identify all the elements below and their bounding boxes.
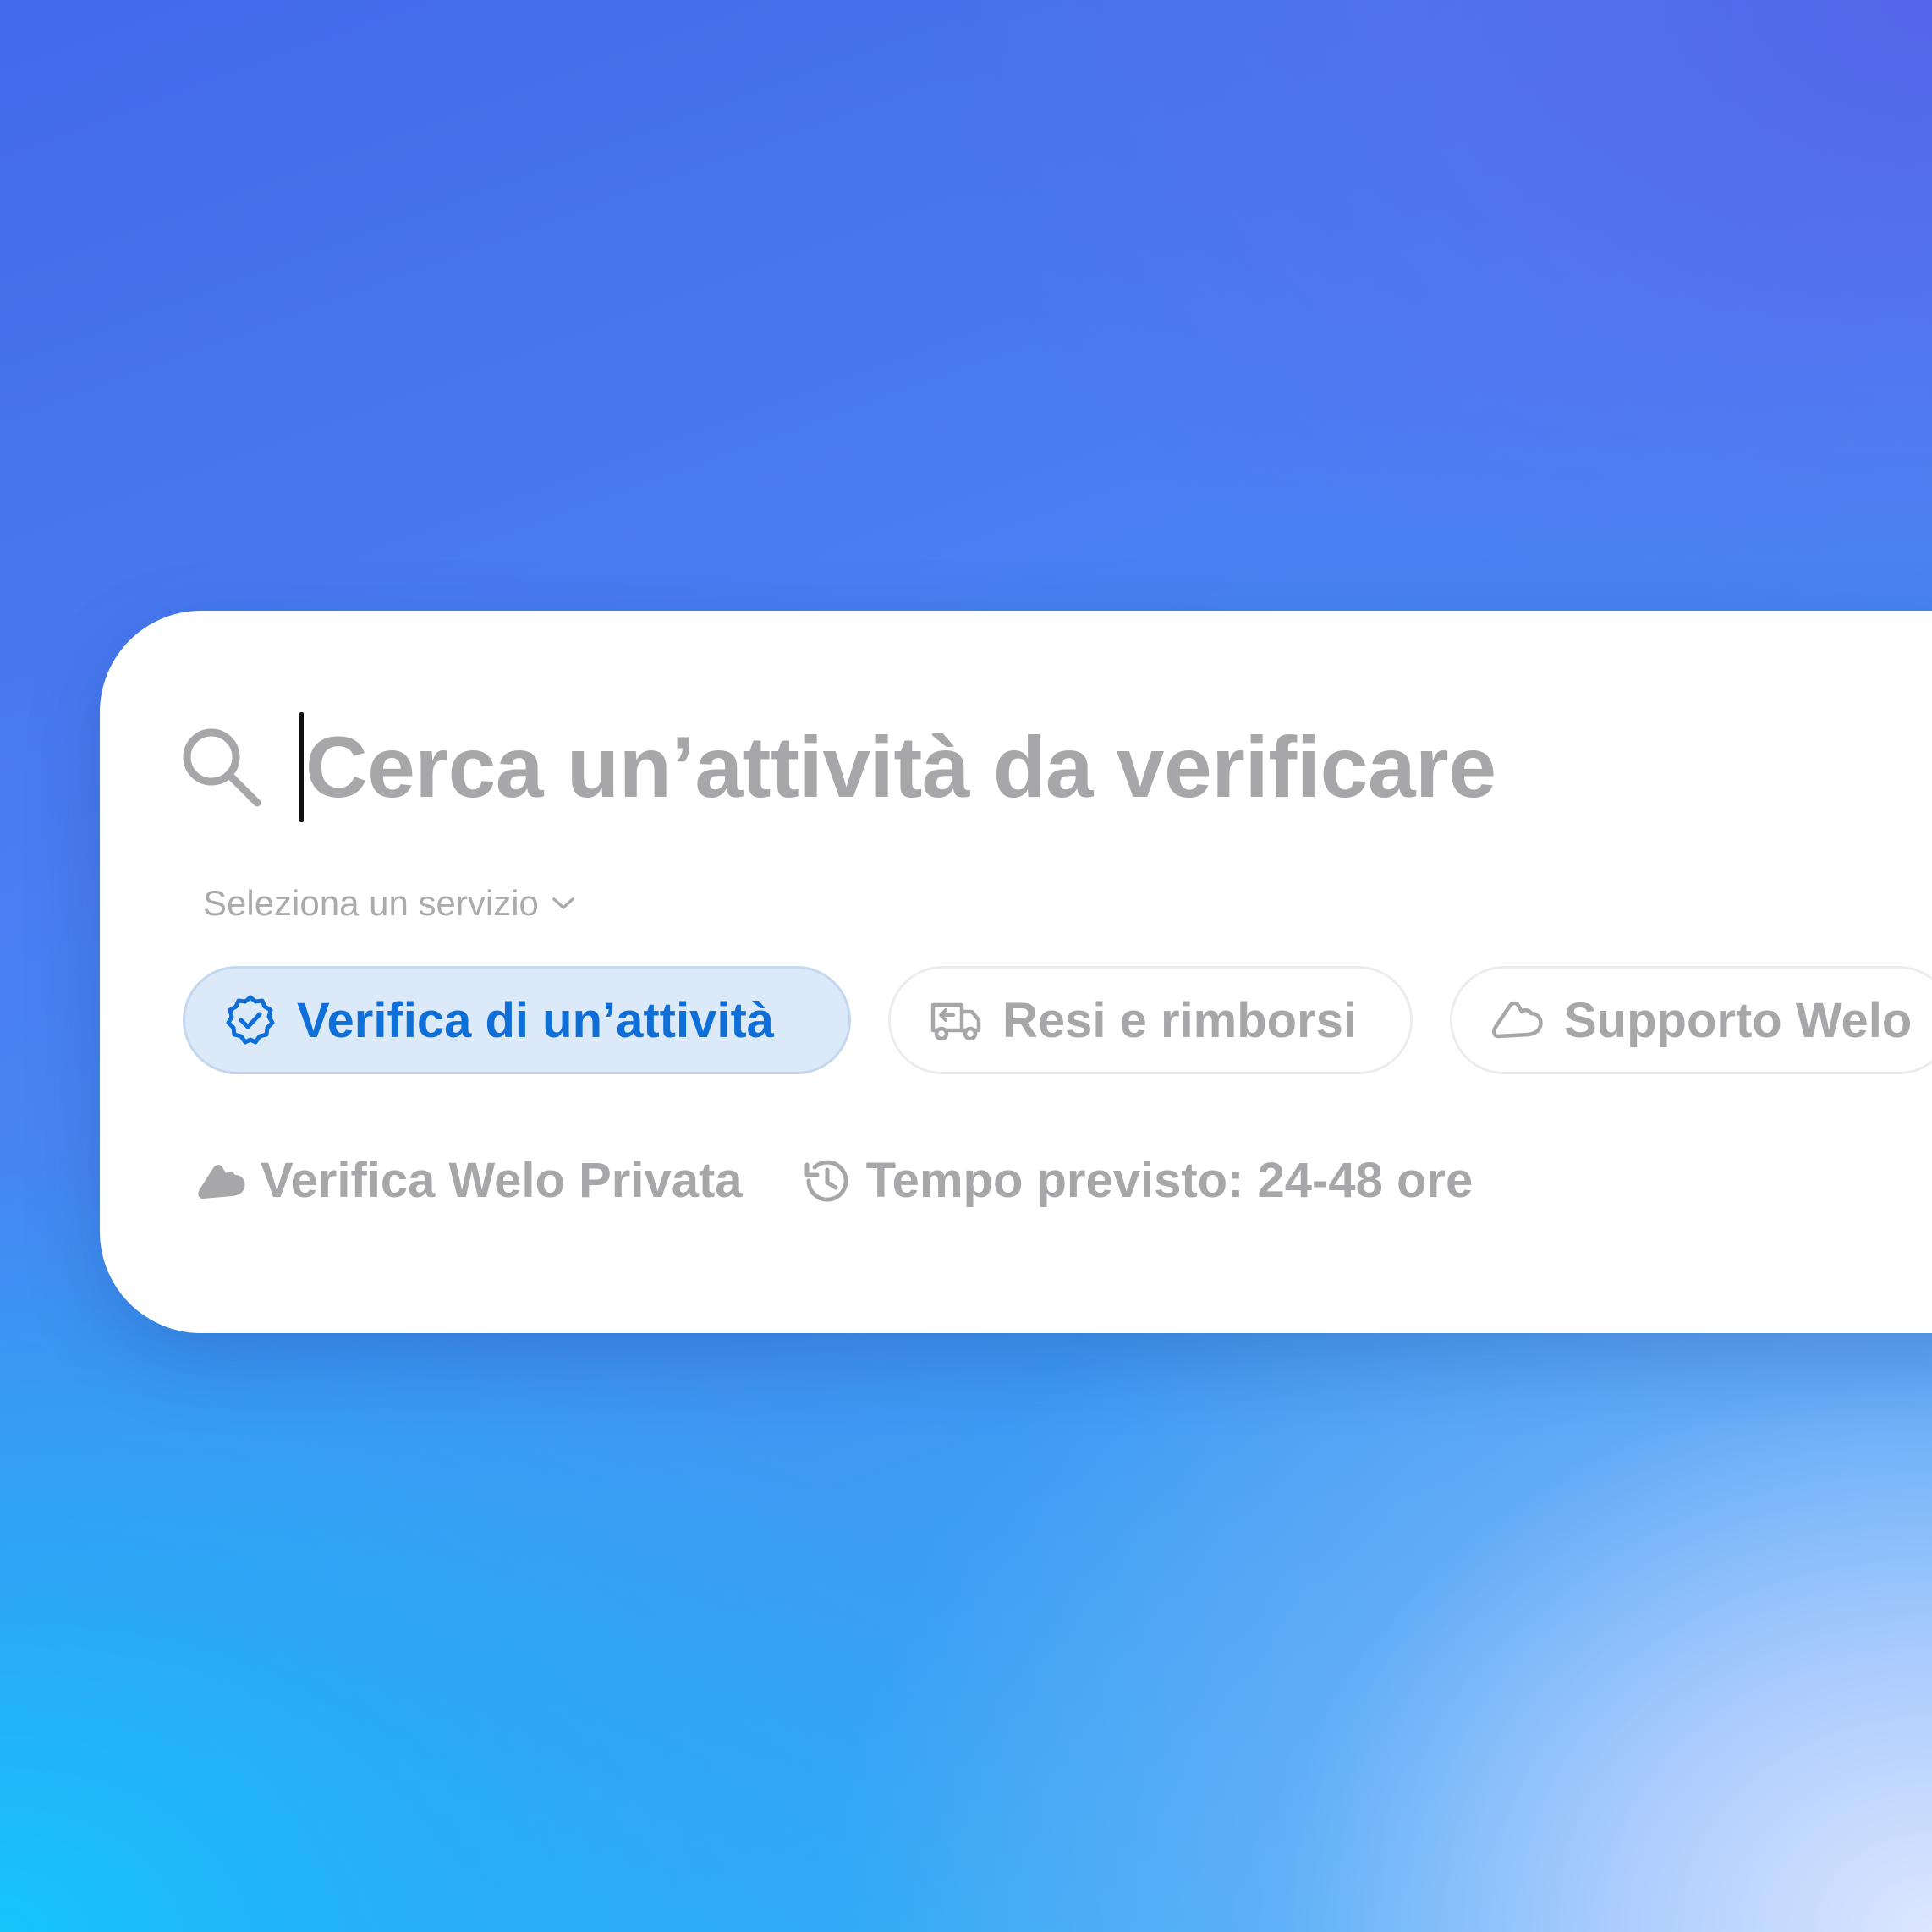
chip-resi-rimborsi[interactable]: Resi e rimborsi: [888, 966, 1413, 1074]
service-select[interactable]: Seleziona un servizio: [203, 883, 576, 924]
privacy-label: Verifica Welo Privata: [261, 1153, 743, 1208]
chip-label: Resi e rimborsi: [1002, 992, 1358, 1048]
estimated-time: Tempo previsto: 24-48 ore: [800, 1152, 1474, 1209]
search-input[interactable]: Cerca un’attività da verificare: [305, 708, 1496, 826]
verified-badge-icon: [224, 994, 277, 1046]
search-icon: [183, 728, 261, 807]
chip-label: Verifica di un’attività: [297, 992, 775, 1048]
chip-verifica-attivita[interactable]: Verifica di un’attività: [183, 966, 851, 1074]
chip-supporto-welo[interactable]: Supporto Welo: [1450, 966, 1932, 1074]
chip-label: Supporto Welo: [1564, 992, 1913, 1048]
cloud-filled-icon: [196, 1160, 247, 1202]
privacy-info: Verifica Welo Privata: [196, 1152, 743, 1209]
text-caret: [299, 712, 304, 822]
truck-return-icon: [930, 998, 982, 1042]
search-card: Cerca un’attività da verificare Selezion…: [100, 611, 1932, 1333]
cloud-icon: [1491, 999, 1544, 1041]
search-bar[interactable]: Cerca un’attività da verificare: [178, 708, 1496, 826]
service-chips: Verifica di un’attività Resi e rimborsi: [183, 966, 1932, 1074]
service-select-label: Seleziona un servizio: [203, 883, 539, 923]
history-icon: [800, 1155, 853, 1207]
verification-meta: Verifica Welo Privata Tempo previsto: 24…: [196, 1152, 1473, 1209]
chevron-down-icon: [552, 897, 574, 909]
time-label: Tempo previsto: 24-48 ore: [865, 1153, 1474, 1208]
